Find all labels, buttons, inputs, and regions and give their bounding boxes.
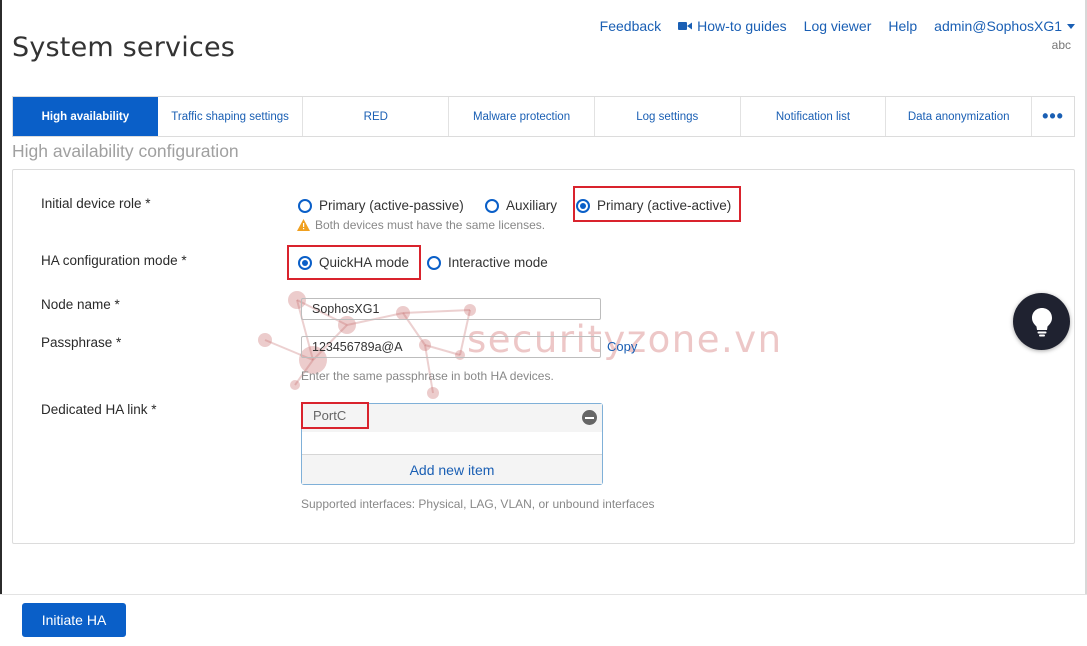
radio-icon — [485, 198, 499, 213]
help-link[interactable]: Help — [888, 18, 917, 34]
ha-link-list: PortC Add new item — [301, 403, 603, 485]
radio-icon — [298, 198, 312, 213]
radio-icon — [427, 255, 441, 270]
footer-bar — [0, 594, 1087, 646]
radio-selected-icon — [576, 198, 590, 213]
radio-label: Primary (active-passive) — [319, 198, 464, 213]
initial-role-label: Initial device role * — [41, 196, 151, 211]
role-auxiliary-radio[interactable]: Auxiliary — [485, 198, 557, 213]
mode-interactive-radio[interactable]: Interactive mode — [427, 255, 548, 270]
initiate-ha-button[interactable]: Initiate HA — [22, 603, 126, 637]
tab-malware-protection[interactable]: Malware protection — [449, 97, 595, 136]
video-camera-icon — [678, 22, 693, 30]
radio-label: Interactive mode — [448, 255, 548, 270]
radio-selected-icon — [298, 255, 312, 270]
tab-traffic-shaping-settings[interactable]: Traffic shaping settings — [158, 97, 304, 136]
add-new-item-button[interactable]: Add new item — [302, 454, 602, 484]
role-hint-text: Both devices must have the same licenses… — [315, 218, 546, 232]
ha-link-hint: Supported interfaces: Physical, LAG, VLA… — [301, 497, 655, 511]
role-primary-active-active-radio[interactable]: Primary (active-active) — [576, 198, 731, 213]
how-to-guides-link[interactable]: How-to guides — [678, 18, 787, 34]
radio-label: Primary (active-active) — [597, 198, 732, 213]
node-name-label: Node name * — [41, 297, 120, 312]
tab-red[interactable]: RED — [303, 97, 450, 136]
tab-log-settings[interactable]: Log settings — [595, 97, 741, 136]
radio-label: Auxiliary — [506, 198, 558, 213]
list-item-label: PortC — [313, 408, 347, 423]
top-navigation: Feedback How-to guides Log viewer Help a… — [583, 18, 1075, 34]
user-menu[interactable]: admin@SophosXG1 — [934, 18, 1075, 34]
more-tabs-icon[interactable]: ••• — [1032, 97, 1074, 136]
role-hint: Both devices must have the same licenses… — [297, 218, 545, 232]
chevron-down-icon — [1067, 23, 1075, 29]
section-title: High availability configuration — [12, 141, 239, 161]
warning-icon — [297, 219, 310, 231]
copy-passphrase-link[interactable]: Copy — [607, 339, 637, 354]
how-to-guides-label: How-to guides — [697, 18, 787, 34]
radio-label: QuickHA mode — [319, 255, 410, 270]
passphrase-input[interactable]: 123456789a@A — [301, 336, 601, 358]
page-title: System services — [12, 32, 236, 64]
node-name-input[interactable]: SophosXG1 — [301, 298, 601, 320]
passphrase-label: Passphrase * — [41, 335, 122, 350]
tab-notification-list[interactable]: Notification list — [741, 97, 887, 136]
user-name: admin@SophosXG1 — [934, 18, 1062, 34]
tab-high-availability[interactable]: High availability — [13, 97, 158, 136]
ha-mode-label: HA configuration mode * — [41, 253, 187, 268]
lightbulb-help-button[interactable] — [1013, 293, 1070, 350]
user-subtitle: abc — [1051, 38, 1071, 52]
passphrase-hint: Enter the same passphrase in both HA dev… — [301, 369, 554, 383]
role-primary-active-passive-radio[interactable]: Primary (active-passive) — [298, 198, 464, 213]
remove-icon[interactable] — [582, 410, 597, 425]
tab-bar: High availability Traffic shaping settin… — [12, 96, 1075, 137]
window-left-edge — [0, 0, 2, 645]
feedback-link[interactable]: Feedback — [600, 18, 661, 34]
tab-data-anonymization[interactable]: Data anonymization — [886, 97, 1033, 136]
list-item: PortC — [302, 404, 602, 432]
mode-quickha-radio[interactable]: QuickHA mode — [298, 255, 409, 270]
log-viewer-link[interactable]: Log viewer — [804, 18, 872, 34]
lightbulb-icon — [1031, 307, 1052, 336]
ha-link-label: Dedicated HA link * — [41, 402, 157, 417]
